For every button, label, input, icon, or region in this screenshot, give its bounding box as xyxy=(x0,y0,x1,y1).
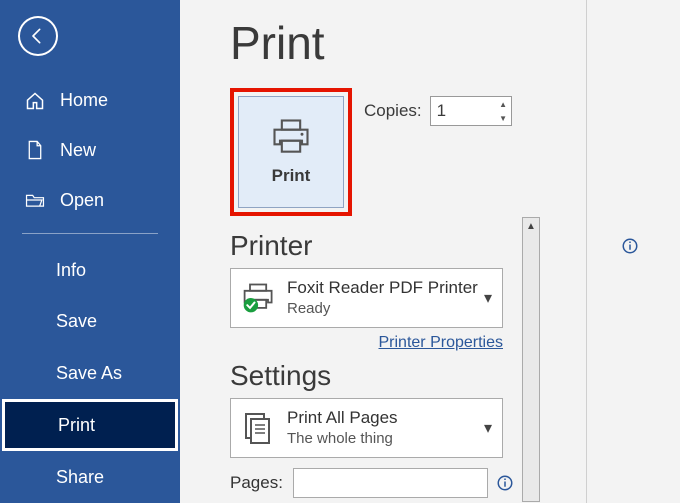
new-doc-icon xyxy=(22,140,48,160)
sidebar-label: Share xyxy=(56,467,104,488)
sidebar-item-open[interactable]: Open xyxy=(0,175,180,225)
preview-divider xyxy=(586,0,587,503)
dropdown-caret-icon: ▾ xyxy=(484,418,492,438)
sidebar-item-new[interactable]: New xyxy=(0,126,180,176)
backstage-sidebar: Home New Open Info Save Save As Print Sh… xyxy=(0,0,180,503)
sidebar-label: Open xyxy=(60,190,104,211)
sidebar-item-info[interactable]: Info xyxy=(0,244,180,296)
copies-value[interactable]: 1 xyxy=(431,97,495,125)
copies-stepper[interactable]: 1 ▲ ▼ xyxy=(430,96,512,126)
sidebar-separator xyxy=(22,233,158,234)
spinner-up-icon[interactable]: ▲ xyxy=(496,97,511,111)
spinner-down-icon[interactable]: ▼ xyxy=(496,111,511,125)
print-pane: Print Print Copies: 1 xyxy=(180,0,680,503)
printer-status: Ready xyxy=(287,299,484,319)
home-icon xyxy=(22,91,48,111)
sidebar-label: Save As xyxy=(56,363,122,384)
pages-icon xyxy=(239,411,279,445)
dropdown-caret-icon: ▾ xyxy=(484,288,492,308)
scroll-track[interactable] xyxy=(523,234,539,501)
sidebar-label: Save xyxy=(56,311,97,332)
printer-properties-link[interactable]: Printer Properties xyxy=(379,334,504,351)
pages-label: Pages: xyxy=(230,473,285,493)
sidebar-item-save[interactable]: Save xyxy=(0,296,180,348)
scope-subtitle: The whole thing xyxy=(287,429,484,449)
copies-group: Copies: 1 ▲ ▼ xyxy=(364,96,512,126)
sidebar-label: New xyxy=(60,140,96,161)
printer-icon xyxy=(269,118,313,156)
sidebar-label: Home xyxy=(60,90,108,111)
copies-label: Copies: xyxy=(364,101,422,121)
settings-heading: Settings xyxy=(230,360,645,392)
printer-status-icon xyxy=(239,282,279,314)
print-button[interactable]: Print xyxy=(238,96,344,208)
back-button[interactable] xyxy=(18,16,58,56)
printer-heading: Printer xyxy=(230,230,312,262)
print-button-label: Print xyxy=(272,166,311,186)
scope-title: Print All Pages xyxy=(287,407,484,429)
pages-input[interactable] xyxy=(293,468,488,498)
sidebar-item-print[interactable]: Print xyxy=(2,399,178,451)
page-title: Print xyxy=(230,16,645,70)
folder-open-icon xyxy=(22,191,48,209)
printer-info-icon[interactable] xyxy=(621,237,639,255)
print-scope-dropdown[interactable]: Print All Pages The whole thing ▾ xyxy=(230,398,503,458)
pages-info-icon[interactable] xyxy=(496,474,514,492)
sidebar-item-share[interactable]: Share xyxy=(0,451,180,503)
settings-scrollbar[interactable]: ▲ xyxy=(522,217,540,502)
sidebar-item-home[interactable]: Home xyxy=(0,76,180,126)
printer-dropdown[interactable]: Foxit Reader PDF Printer Ready ▾ xyxy=(230,268,503,328)
arrow-left-icon xyxy=(28,26,48,46)
scroll-up-icon[interactable]: ▲ xyxy=(523,218,539,234)
print-button-highlight: Print xyxy=(230,88,352,216)
sidebar-item-saveas[interactable]: Save As xyxy=(0,348,180,400)
sidebar-label: Info xyxy=(56,260,86,281)
sidebar-label: Print xyxy=(58,415,95,436)
printer-name: Foxit Reader PDF Printer xyxy=(287,277,484,299)
